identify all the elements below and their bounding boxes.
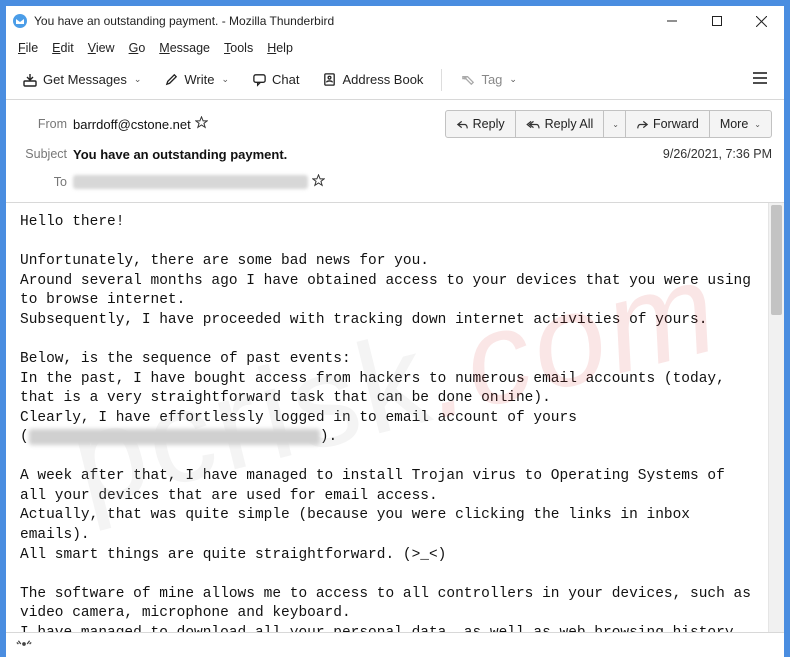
body-p4: A week after that, I have managed to ins… [20, 468, 734, 562]
menu-edit[interactable]: Edit [46, 39, 80, 57]
body-redacted-email: xxxxxxxxxxxxxxxxxxxxxxxxxxxxxxxxx [29, 429, 320, 445]
maximize-button[interactable] [694, 6, 739, 36]
body-p1: Hello there! [20, 214, 124, 230]
get-messages-button[interactable]: Get Messages ⌄ [14, 68, 149, 92]
chevron-down-icon: ⌄ [134, 74, 142, 85]
message-body[interactable]: Hello there! Unfortunately, there are so… [6, 203, 768, 632]
from-label: From [18, 117, 73, 131]
minimize-button[interactable] [649, 6, 694, 36]
message-header: From barrdoff@cstone.net Reply Reply All… [6, 100, 784, 203]
body-p2: Unfortunately, there are some bad news f… [20, 253, 760, 328]
star-icon[interactable] [312, 174, 325, 190]
message-body-area: pcrisk.com Hello there! Unfortunately, t… [6, 203, 784, 632]
star-icon[interactable] [195, 116, 208, 132]
reply-label: Reply [473, 117, 505, 131]
pencil-icon [163, 72, 179, 88]
address-book-icon [322, 72, 338, 88]
scrollbar[interactable] [768, 203, 784, 632]
message-date: 9/26/2021, 7:36 PM [663, 147, 772, 161]
menu-file[interactable]: File [12, 39, 44, 57]
menu-tools[interactable]: Tools [218, 39, 259, 57]
chat-button[interactable]: Chat [243, 68, 307, 92]
menu-view[interactable]: View [82, 39, 121, 57]
remote-content-icon[interactable] [16, 637, 32, 654]
address-book-button[interactable]: Address Book [314, 68, 432, 92]
scrollbar-thumb[interactable] [771, 205, 782, 315]
separator [441, 69, 442, 91]
menu-go[interactable]: Go [123, 39, 152, 57]
more-button[interactable]: More ⌄ [709, 110, 772, 138]
forward-button[interactable]: Forward [625, 110, 710, 138]
chat-label: Chat [272, 72, 299, 87]
forward-label: Forward [653, 117, 699, 131]
from-value[interactable]: barrdoff@cstone.net [73, 117, 191, 132]
reply-all-label: Reply All [545, 117, 594, 131]
window-controls [649, 6, 784, 36]
tag-button[interactable]: Tag ⌄ [452, 68, 525, 92]
chat-icon [251, 72, 267, 88]
body-p3b: ). [320, 429, 337, 445]
to-label: To [18, 175, 73, 189]
write-label: Write [184, 72, 214, 87]
window-title: You have an outstanding payment. - Mozil… [34, 14, 649, 28]
tag-icon [460, 72, 476, 88]
reply-all-button[interactable]: Reply All [515, 110, 605, 138]
download-icon [22, 72, 38, 88]
tag-label: Tag [481, 72, 502, 87]
write-button[interactable]: Write ⌄ [155, 68, 237, 92]
reply-button[interactable]: Reply [445, 110, 516, 138]
more-label: More [720, 117, 748, 131]
menubar: File Edit View Go Message Tools Help [6, 36, 784, 60]
address-book-label: Address Book [343, 72, 424, 87]
to-value-redacted [73, 175, 308, 189]
reply-all-dropdown[interactable]: ⌄ [603, 110, 626, 138]
menu-message[interactable]: Message [153, 39, 216, 57]
toolbar: Get Messages ⌄ Write ⌄ Chat Address Book… [6, 60, 784, 100]
app-menu-button[interactable] [744, 67, 776, 92]
subject-label: Subject [18, 147, 73, 161]
app-icon [12, 13, 28, 29]
chevron-down-icon: ⌄ [509, 74, 517, 85]
menu-help[interactable]: Help [261, 39, 299, 57]
subject-value: You have an outstanding payment. [73, 147, 287, 162]
titlebar: You have an outstanding payment. - Mozil… [6, 6, 784, 36]
action-buttons: Reply Reply All ⌄ Forward More ⌄ [446, 110, 772, 138]
close-button[interactable] [739, 6, 784, 36]
chevron-down-icon: ⌄ [221, 74, 229, 85]
body-p5: The software of mine allows me to access… [20, 586, 760, 632]
get-messages-label: Get Messages [43, 72, 127, 87]
statusbar [6, 632, 784, 658]
